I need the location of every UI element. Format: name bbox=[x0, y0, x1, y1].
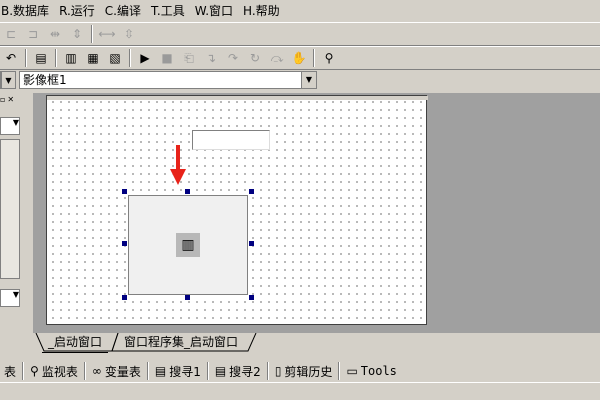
restore-icon[interactable]: ▫ bbox=[0, 95, 5, 107]
layout-3-icon[interactable]: ▧ bbox=[104, 47, 126, 69]
bottom-separator bbox=[206, 362, 209, 380]
toolbar-separator bbox=[25, 49, 27, 67]
toolbar-separator bbox=[313, 49, 315, 67]
magnifier-icon: ⚲ bbox=[30, 364, 39, 378]
design-area bbox=[33, 93, 600, 333]
resize-handle[interactable] bbox=[249, 189, 254, 194]
run-to-cursor-icon[interactable]: ⤼ bbox=[266, 47, 288, 69]
image-box-icon: ▥ bbox=[176, 233, 200, 257]
main-toolbar: ↶ ▤ ▥ ▦ ▧ ▶ ■ ⎗ ↴ ↷ ↻ ⤼ ✋ ⚲ bbox=[0, 46, 600, 70]
resize-handle[interactable] bbox=[122, 295, 127, 300]
menu-tools[interactable]: T.工具 bbox=[146, 0, 190, 22]
component-selector[interactable]: 影像框1 ▼ bbox=[19, 71, 317, 89]
component-selector-value: 影像框1 bbox=[23, 73, 67, 87]
window-icon: ▭ bbox=[346, 364, 358, 378]
same-height-icon[interactable]: ⇳ bbox=[118, 23, 140, 45]
panel-scrollbar[interactable] bbox=[1, 140, 19, 278]
object-type-combo[interactable]: ▼ bbox=[0, 71, 16, 89]
search1-tab[interactable]: ▤ 搜寻1 bbox=[151, 360, 205, 382]
step-out-icon[interactable]: ↻ bbox=[244, 47, 266, 69]
space-vertical-icon[interactable]: ⇕ bbox=[66, 23, 88, 45]
step-into-icon[interactable]: ↴ bbox=[200, 47, 222, 69]
menu-help[interactable]: H.帮助 bbox=[238, 0, 285, 22]
resize-handle[interactable] bbox=[249, 295, 254, 300]
tab-startup-window[interactable]: _启动窗口 bbox=[42, 333, 109, 353]
search2-label: 搜寻2 bbox=[229, 364, 261, 379]
red-arrow-icon bbox=[170, 145, 186, 185]
menu-bar: B.数据库 R.运行 C.编译 T.工具 W.窗口 H.帮助 bbox=[0, 0, 600, 22]
close-icon[interactable]: ✕ bbox=[7, 95, 14, 107]
stop-icon[interactable]: ■ bbox=[156, 47, 178, 69]
step-over-icon[interactable]: ↷ bbox=[222, 47, 244, 69]
clipboard-icon: ▯ bbox=[274, 364, 282, 378]
text-edit-box[interactable] bbox=[192, 130, 270, 150]
align-center-icon[interactable]: ⊐ bbox=[22, 23, 44, 45]
panel-combo[interactable]: ▼ bbox=[0, 117, 20, 135]
resize-handle[interactable] bbox=[122, 189, 127, 194]
status-bar bbox=[0, 382, 600, 400]
bottom-separator bbox=[22, 362, 25, 380]
tools-label: Tools bbox=[360, 364, 397, 378]
undo-icon[interactable]: ↶ bbox=[0, 47, 22, 69]
variables-label: 变量表 bbox=[104, 364, 141, 379]
search1-label: 搜寻1 bbox=[169, 364, 201, 379]
same-width-icon[interactable]: ⟷ bbox=[96, 23, 118, 45]
form-titlebar bbox=[47, 96, 428, 100]
find-icon[interactable]: ⚲ bbox=[318, 47, 340, 69]
resize-handle[interactable] bbox=[185, 189, 190, 194]
watch-tab[interactable]: ⚲ 监视表 bbox=[26, 360, 82, 382]
step-icon[interactable]: ⎗ bbox=[178, 47, 200, 69]
clip-history-tab[interactable]: ▯ 剪辑历史 bbox=[271, 360, 337, 382]
search2-tab[interactable]: ▤ 搜寻2 bbox=[211, 360, 265, 382]
chevron-down-icon: ▼ bbox=[301, 72, 316, 88]
resize-handle[interactable] bbox=[185, 295, 190, 300]
toolbar-separator bbox=[91, 25, 93, 43]
play-icon[interactable]: ▶ bbox=[134, 47, 156, 69]
resize-handle[interactable] bbox=[249, 241, 254, 246]
bottom-separator bbox=[83, 362, 86, 380]
chevron-down-icon: ▼ bbox=[1, 72, 15, 88]
toolbar-separator bbox=[55, 49, 57, 67]
tab-bar: _启动窗口 窗口程序集_启动窗口 bbox=[0, 333, 600, 355]
bottom-dock: 表 ⚲ 监视表 ∞ 变量表 ▤ 搜寻1 ▤ 搜寻2 ▯ 剪辑历史 ▭ Tools bbox=[0, 360, 600, 382]
menu-database[interactable]: B.数据库 bbox=[0, 0, 54, 22]
panel-combo-bottom[interactable]: ▼ bbox=[0, 289, 20, 307]
hand-icon[interactable]: ✋ bbox=[288, 47, 310, 69]
clip-history-label: 剪辑历史 bbox=[284, 364, 333, 379]
document-search-icon: ▤ bbox=[214, 364, 227, 378]
align-toolbar: ⊏ ⊐ ⇹ ⇕ ⟷ ⇳ bbox=[0, 22, 600, 46]
watch-label: 监视表 bbox=[41, 364, 78, 379]
bottom-separator bbox=[266, 362, 269, 380]
panel-controls: ▫ ✕ bbox=[0, 95, 24, 107]
layout-1-icon[interactable]: ▥ bbox=[60, 47, 82, 69]
toolbar-separator bbox=[129, 49, 131, 67]
variables-tab[interactable]: ∞ 变量表 bbox=[88, 360, 145, 382]
property-row: ▼ 影像框1 ▼ bbox=[0, 69, 600, 91]
resize-handle[interactable] bbox=[122, 241, 127, 246]
menu-run[interactable]: R.运行 bbox=[54, 0, 100, 22]
document-search-icon: ▤ bbox=[154, 364, 167, 378]
property-panel: ▫ ✕ ▼ ▼ bbox=[0, 93, 24, 333]
panel-list[interactable] bbox=[0, 139, 20, 279]
menu-window[interactable]: W.窗口 bbox=[190, 0, 238, 22]
tools-tab[interactable]: ▭ Tools bbox=[342, 360, 400, 382]
bottom-separator bbox=[338, 362, 341, 380]
preview-icon[interactable]: ▤ bbox=[30, 47, 52, 69]
tab-window-assembly[interactable]: 窗口程序集_启动窗口 bbox=[118, 333, 244, 353]
glasses-icon: ∞ bbox=[91, 364, 102, 378]
bottom-separator bbox=[146, 362, 149, 380]
layout-2-icon[interactable]: ▦ bbox=[82, 47, 104, 69]
bottom-edge-stub: 表 bbox=[4, 364, 17, 379]
space-horizontal-icon[interactable]: ⇹ bbox=[44, 23, 66, 45]
menu-compile[interactable]: C.编译 bbox=[100, 0, 146, 22]
align-left-icon[interactable]: ⊏ bbox=[0, 23, 22, 45]
